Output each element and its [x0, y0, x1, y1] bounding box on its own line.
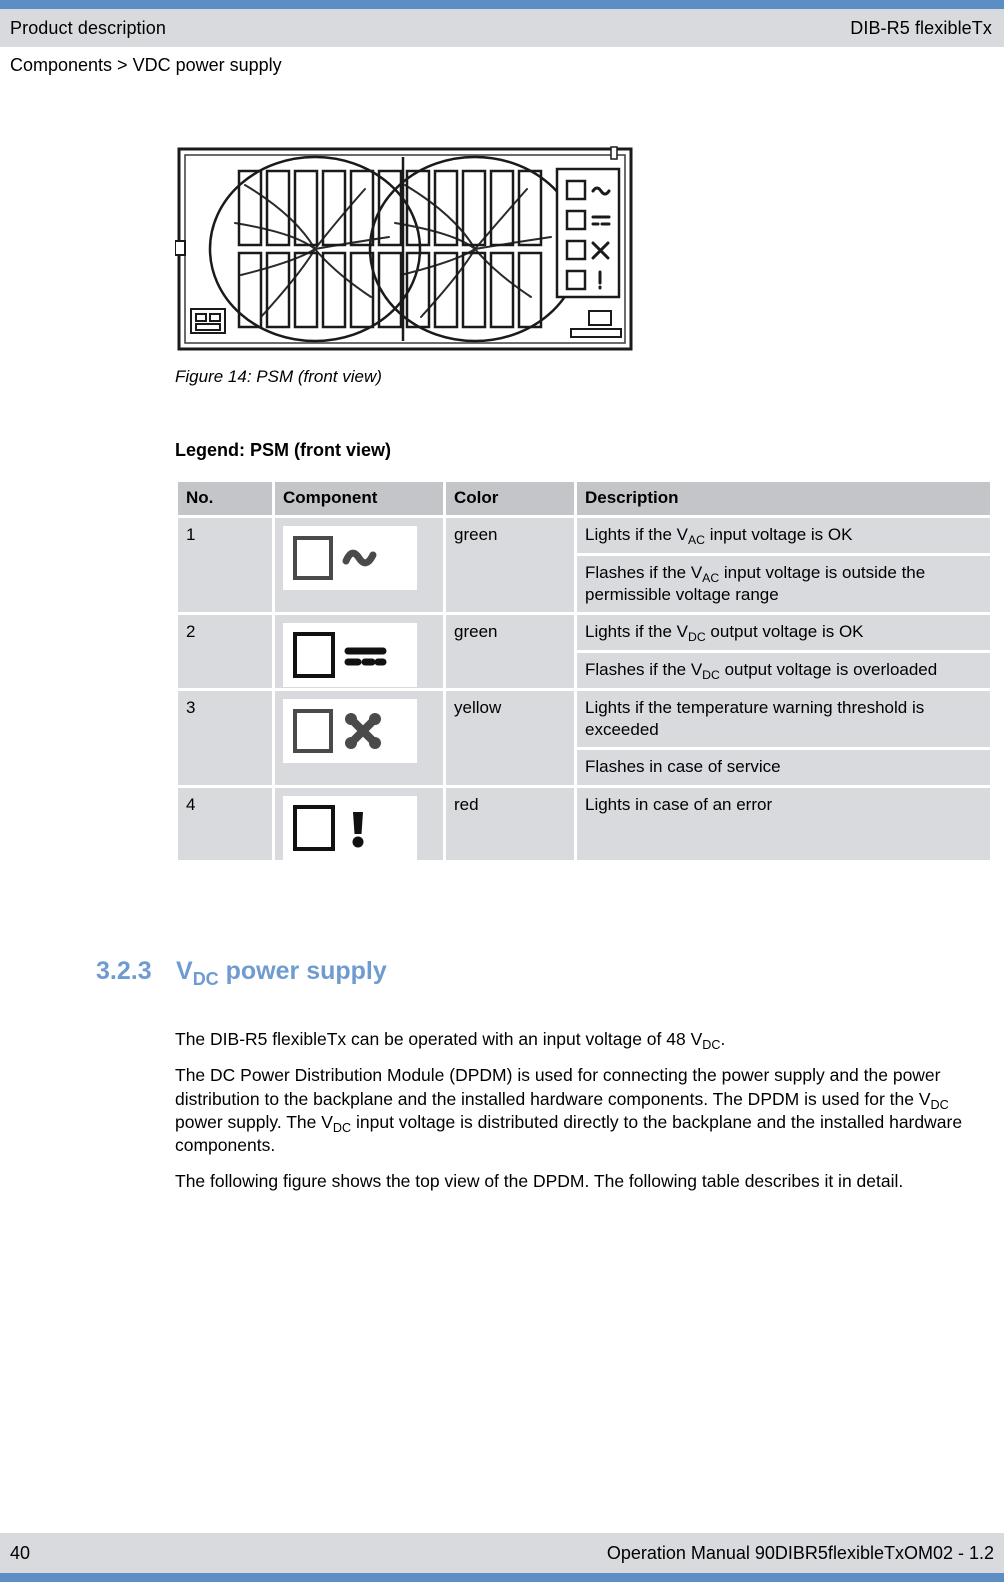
led-indicator-box	[293, 805, 335, 851]
cell-component	[275, 615, 443, 688]
cell-description: Lights if the VDC output voltage is OK	[577, 615, 990, 650]
body-copy: The DIB-R5 flexibleTx can be operated wi…	[175, 1028, 993, 1207]
table-body: 1 green Lights if the VAC input voltage …	[178, 518, 990, 860]
desc-subscript: DC	[688, 630, 706, 645]
desc-text-tail: output voltage is OK	[705, 622, 864, 642]
section-title-post: power supply	[218, 957, 387, 985]
legend-table: No. Component Color Description 1 green …	[175, 479, 993, 863]
paragraph-dpdm: The DC Power Distribution Module (DPDM) …	[175, 1064, 993, 1157]
desc-subscript: DC	[702, 667, 720, 682]
paragraph-subscript: DC	[930, 1097, 949, 1112]
manual-reference: Operation Manual 90DIBR5flexibleTxOM02 -…	[606, 1542, 994, 1563]
table-row: 1 green Lights if the VAC input voltage …	[178, 518, 990, 613]
column-header-color: Color	[446, 482, 574, 515]
section-title-pre: V	[176, 957, 193, 985]
legend-title: Legend: PSM (front view)	[175, 440, 391, 460]
table-header: No. Component Color Description	[178, 482, 990, 515]
desc-subscript: AC	[702, 570, 720, 585]
column-header-description: Description	[577, 482, 990, 515]
led-ac-wave-icon	[283, 526, 417, 590]
paragraph-subscript: DC	[702, 1038, 721, 1053]
desc-text: Flashes in case of service	[585, 757, 781, 777]
led-dc-bars-icon	[283, 623, 417, 688]
page-number: 40	[10, 1542, 31, 1563]
desc-text: Lights if the V	[585, 525, 689, 544]
column-header-no: No.	[178, 482, 272, 515]
desc-text-tail: input voltage is OK	[705, 525, 853, 544]
led-error-exclamation-icon	[283, 796, 417, 860]
cell-component	[275, 518, 443, 613]
desc-subscript: AC	[688, 532, 706, 547]
cell-description: Flashes in case of service	[577, 750, 990, 785]
ac-wave-icon	[342, 549, 377, 567]
table-row: 2 green Lights if the VDC output voltage…	[178, 615, 990, 688]
header-product-title: DIB-R5 flexibleTx	[850, 17, 992, 38]
top-accent-bar	[0, 0, 1004, 9]
cell-no: 4	[178, 788, 272, 860]
dc-bars-icon	[344, 647, 387, 666]
exclamation-icon	[352, 812, 364, 848]
cell-no: 2	[178, 615, 272, 688]
cell-no: 3	[178, 690, 272, 785]
desc-text: Lights if the V	[585, 622, 689, 642]
figure-psm-front-view	[174, 145, 635, 360]
table-header-row: No. Component Color Description	[178, 482, 990, 515]
paragraph-subscript: DC	[332, 1120, 352, 1135]
table-row: 3 yellow Lights if the temperature warni…	[178, 690, 990, 785]
column-header-component: Component	[275, 482, 443, 515]
header-section-title: Product description	[10, 17, 166, 38]
figure-caption: Figure 14: PSM (front view)	[175, 367, 382, 386]
desc-text: Flashes if the V	[585, 562, 703, 582]
paragraph-input-voltage: The DIB-R5 flexibleTx can be operated wi…	[175, 1028, 993, 1053]
paragraph-following-figure: The following figure shows the top view …	[175, 1171, 904, 1192]
cell-component	[275, 690, 443, 785]
cell-component	[275, 788, 443, 860]
cell-no: 1	[178, 518, 272, 613]
desc-text: Lights if the temperature warning thresh…	[585, 697, 925, 739]
paragraph-text-tail: .	[720, 1029, 726, 1049]
cell-description: Flashes if the VDC output voltage is ove…	[577, 653, 990, 688]
paragraph-text-mid: power supply. The V	[175, 1111, 333, 1132]
desc-text-tail: output voltage is overloaded	[719, 660, 938, 679]
section-number: 3.2.3	[96, 957, 152, 985]
paragraph-text: The DC Power Distribution Module (DPDM) …	[175, 1065, 941, 1109]
cell-color: green	[446, 518, 574, 613]
breadcrumb: Components > VDC power supply	[10, 55, 282, 75]
psm-front-view-drawing	[174, 146, 633, 351]
table-row: 4 red Lights in case of an error	[178, 788, 990, 860]
cell-description: Lights if the VAC input voltage is OK	[577, 518, 990, 553]
cell-color: yellow	[446, 690, 574, 785]
page-header: Product description DIB-R5 flexibleTx	[0, 9, 1004, 47]
cell-description: Flashes if the VAC input voltage is outs…	[577, 555, 990, 613]
cell-color: green	[446, 615, 574, 688]
cell-description: Lights if the temperature warning thresh…	[577, 690, 990, 748]
desc-text: Flashes if the V	[585, 660, 703, 679]
section-heading: 3.2.3 VDC power supply	[96, 957, 387, 989]
led-indicator-box	[293, 708, 333, 753]
led-indicator-box	[293, 632, 335, 679]
desc-text: Lights in case of an error	[585, 795, 773, 814]
section-title-subscript: DC	[192, 968, 219, 989]
cell-description: Lights in case of an error	[577, 788, 990, 860]
paragraph-text: The DIB-R5 flexibleTx can be operated wi…	[175, 1029, 703, 1049]
cell-color: red	[446, 788, 574, 860]
led-indicator-box	[293, 536, 333, 580]
bottom-accent-bar	[0, 1573, 1004, 1582]
page-footer: 40 Operation Manual 90DIBR5flexibleTxOM0…	[0, 1533, 1004, 1573]
led-service-tools-icon	[283, 698, 417, 763]
service-tools-icon	[345, 712, 381, 749]
